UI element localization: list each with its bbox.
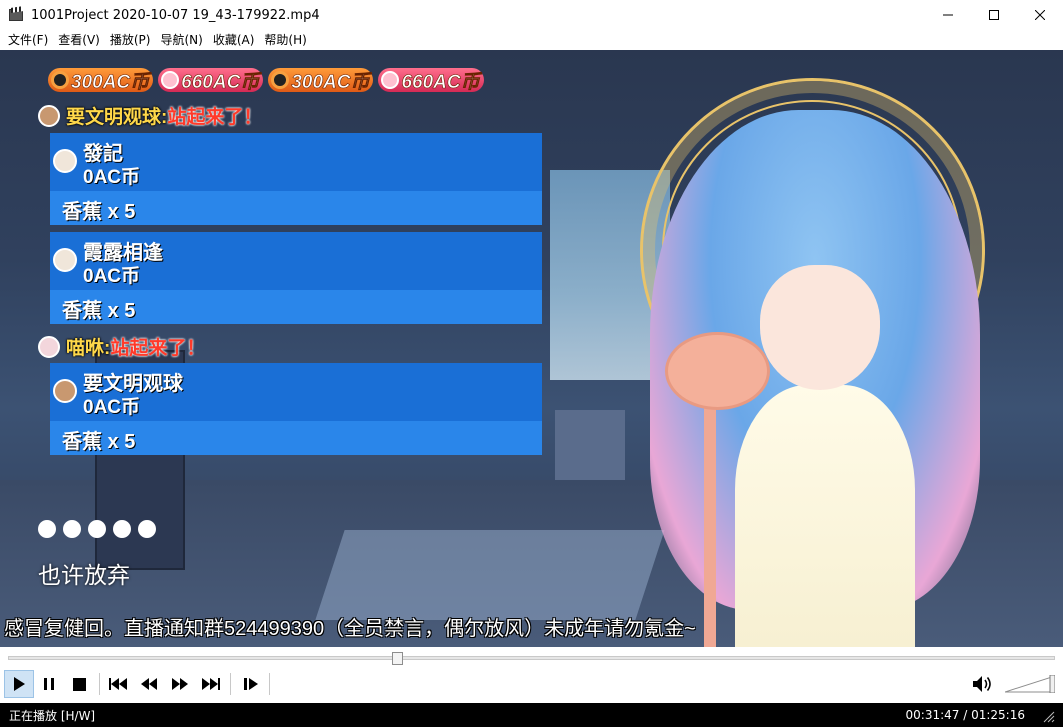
avatar — [38, 335, 60, 358]
volume-thumb[interactable] — [1049, 675, 1055, 693]
gift-amount: 660AC币 — [401, 71, 480, 93]
gift-amount: 300AC币 — [291, 71, 370, 93]
join-message: 站起来了！ — [167, 107, 263, 128]
gift-card-gift: 香蕉 x 5 — [62, 201, 136, 223]
progress-dot — [38, 520, 56, 538]
progress-dots — [38, 520, 163, 538]
next-button[interactable] — [196, 670, 226, 698]
play-icon — [14, 677, 25, 691]
minimize-icon — [943, 14, 953, 16]
seek-track[interactable] — [8, 656, 1055, 660]
frame-step-button[interactable] — [236, 670, 266, 698]
join-notice: 要文明观球: 站起来了！ — [38, 102, 262, 129]
play-button[interactable] — [4, 670, 34, 698]
menu-favorites[interactable]: 收藏(A) — [208, 30, 260, 50]
resize-grip-icon[interactable] — [1041, 709, 1055, 723]
gift-card: 要文明观球 0AC币 香蕉 x 5 — [50, 363, 542, 455]
progress-dot — [113, 520, 131, 538]
rewind-button[interactable] — [134, 670, 164, 698]
speaker-icon — [973, 676, 991, 692]
stop-button[interactable] — [64, 670, 94, 698]
lyric-subtitle: 也许放弃 — [38, 562, 130, 588]
join-username: 喵咻: — [66, 338, 111, 359]
maximize-icon — [989, 10, 999, 20]
ac-coin-icon — [271, 71, 290, 89]
gift-card-coin: 0AC币 — [83, 397, 141, 418]
video-display[interactable]: 300AC币 660AC币 300AC币 660AC币 要文明观球: 站起来了！… — [0, 50, 1063, 647]
stop-icon — [72, 677, 86, 691]
menu-play[interactable]: 播放(P) — [105, 30, 156, 50]
menu-file[interactable]: 文件(F) — [3, 30, 53, 50]
status-bar: 正在播放 [H/W] 00:31:47 / 01:25:16 — [0, 703, 1063, 727]
gift-card-gift: 香蕉 x 5 — [62, 431, 136, 453]
fast-forward-button[interactable] — [165, 670, 195, 698]
clapperboard-icon — [9, 6, 25, 23]
skip-back-icon — [109, 678, 127, 690]
gift-banner: 300AC币 660AC币 300AC币 660AC币 — [48, 68, 489, 93]
progress-dot — [63, 520, 81, 538]
progress-dot — [88, 520, 106, 538]
window-title: 1001Project 2020-10-07 19_43-179922.mp4 — [31, 7, 320, 23]
join-username: 要文明观球: — [66, 107, 168, 128]
menu-help[interactable]: 帮助(H) — [259, 30, 311, 50]
background-desk — [555, 410, 625, 480]
gift-pill: 660AC币 — [158, 68, 264, 93]
seek-thumb[interactable] — [391, 652, 403, 665]
gift-pill: 660AC币 — [378, 68, 484, 93]
frame-step-icon — [244, 678, 258, 690]
gift-icon — [381, 71, 400, 89]
title-bar[interactable]: 1001Project 2020-10-07 19_43-179922.mp4 — [0, 0, 1063, 30]
gift-icon — [161, 71, 180, 89]
microphone-icon — [665, 332, 770, 410]
avatar — [38, 104, 60, 127]
avatar — [53, 149, 77, 173]
avatar-dress — [735, 385, 915, 647]
gift-card-gift: 香蕉 x 5 — [62, 300, 136, 322]
skip-forward-icon — [202, 678, 220, 690]
close-button[interactable] — [1017, 0, 1063, 30]
pause-button[interactable] — [34, 670, 64, 698]
playback-state: 正在播放 [H/W] — [9, 708, 96, 723]
join-message: 站起来了！ — [110, 338, 206, 359]
ac-coin-icon — [51, 71, 69, 89]
gift-card: 霞露相逢 0AC币 香蕉 x 5 — [50, 232, 542, 324]
progress-dot — [138, 520, 156, 538]
microphone-stand — [704, 405, 716, 647]
rewind-icon — [141, 678, 157, 690]
gift-amount: 660AC币 — [181, 71, 260, 93]
gift-card: 發記 0AC币 香蕉 x 5 — [50, 133, 542, 225]
minimize-button[interactable] — [925, 0, 971, 30]
seek-bar[interactable] — [0, 647, 1063, 669]
avatar — [53, 379, 77, 403]
fast-forward-icon — [172, 678, 188, 690]
gift-amount: 300AC币 — [71, 71, 150, 93]
previous-button[interactable] — [103, 670, 133, 698]
gift-pill: 300AC币 — [268, 68, 374, 93]
avatar — [53, 248, 77, 272]
gift-card-coin: 0AC币 — [83, 266, 141, 287]
playback-time: 00:31:47 / 01:25:16 — [905, 708, 1025, 722]
gift-card-coin: 0AC币 — [83, 167, 141, 188]
join-notice: 喵咻: 站起来了！ — [38, 333, 205, 360]
maximize-button[interactable] — [971, 0, 1017, 30]
menu-view[interactable]: 查看(V) — [53, 30, 105, 50]
mute-button[interactable] — [968, 670, 998, 698]
pause-icon — [44, 678, 54, 690]
background-rug — [315, 530, 665, 620]
close-icon — [1035, 10, 1045, 20]
announcement-ticker: 感冒复健回。直播通知群524499390（全员禁言，偶尔放风）未成年请勿氪金~ — [4, 618, 696, 640]
gift-pill: 300AC币 — [48, 68, 154, 93]
playback-controls — [0, 669, 1063, 701]
avatar-face — [760, 265, 880, 390]
menu-navigate[interactable]: 导航(N) — [155, 30, 207, 50]
menu-bar: 文件(F) 查看(V) 播放(P) 导航(N) 收藏(A) 帮助(H) — [0, 30, 1063, 50]
volume-slider[interactable] — [1005, 675, 1055, 693]
